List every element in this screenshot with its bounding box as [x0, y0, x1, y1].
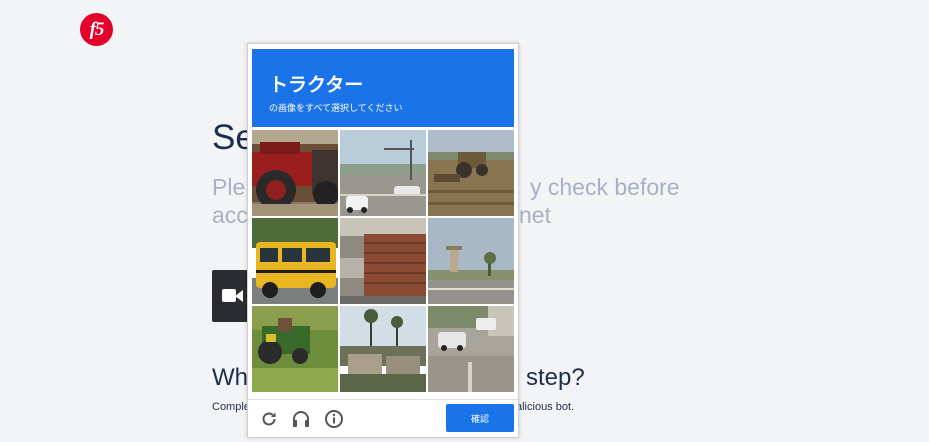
info-icon[interactable]: [324, 409, 344, 429]
f5-logo: f5: [80, 13, 113, 46]
captcha-tile-yellow-bus[interactable]: [252, 218, 338, 304]
question-left: Wh: [212, 364, 248, 391]
captcha-tile-tractor-dirt-field[interactable]: [428, 130, 514, 216]
page-question: Wh e step?: [212, 364, 585, 392]
page-subline-2: acc net: [212, 202, 551, 229]
video-camera-icon[interactable]: [212, 270, 250, 322]
captcha-tile-brick-wall[interactable]: [340, 218, 426, 304]
captcha-dialog: トラクター の画像をすべて選択してください 確認: [247, 43, 519, 438]
captcha-image-grid: [252, 130, 514, 392]
verify-button[interactable]: 確認: [446, 404, 514, 432]
captcha-tile-palm-trees-houses[interactable]: [340, 306, 426, 392]
subline-2-right: net: [519, 202, 551, 228]
captcha-footer: 確認: [248, 399, 518, 438]
subline-2-left: acc: [212, 202, 248, 228]
captcha-tile-street-intersection[interactable]: [340, 130, 426, 216]
camera-lens-shape: [235, 290, 243, 302]
small-text-right: alicious bot.: [516, 401, 575, 413]
page-subline-1: Ple y check before: [212, 174, 680, 201]
captcha-tile-roadside-sign[interactable]: [428, 218, 514, 304]
page-small-text: Comple alicious bot.: [212, 401, 574, 413]
small-text-left: Comple: [212, 401, 250, 413]
headphones-icon[interactable]: [291, 409, 311, 429]
subline-1-right: y check before: [530, 174, 680, 200]
subline-1-left: Ple: [212, 174, 246, 200]
reload-icon[interactable]: [259, 409, 279, 429]
captcha-tile-green-tractor-grass[interactable]: [252, 306, 338, 392]
captcha-tile-red-tractor[interactable]: [252, 130, 338, 216]
captcha-header: トラクター の画像をすべて選択してください: [252, 49, 514, 127]
captcha-tile-street-cars[interactable]: [428, 306, 514, 392]
camera-body-shape: [222, 289, 236, 302]
captcha-title: トラクター: [269, 74, 364, 96]
captcha-instruction: の画像をすべて選択してください: [269, 104, 403, 114]
